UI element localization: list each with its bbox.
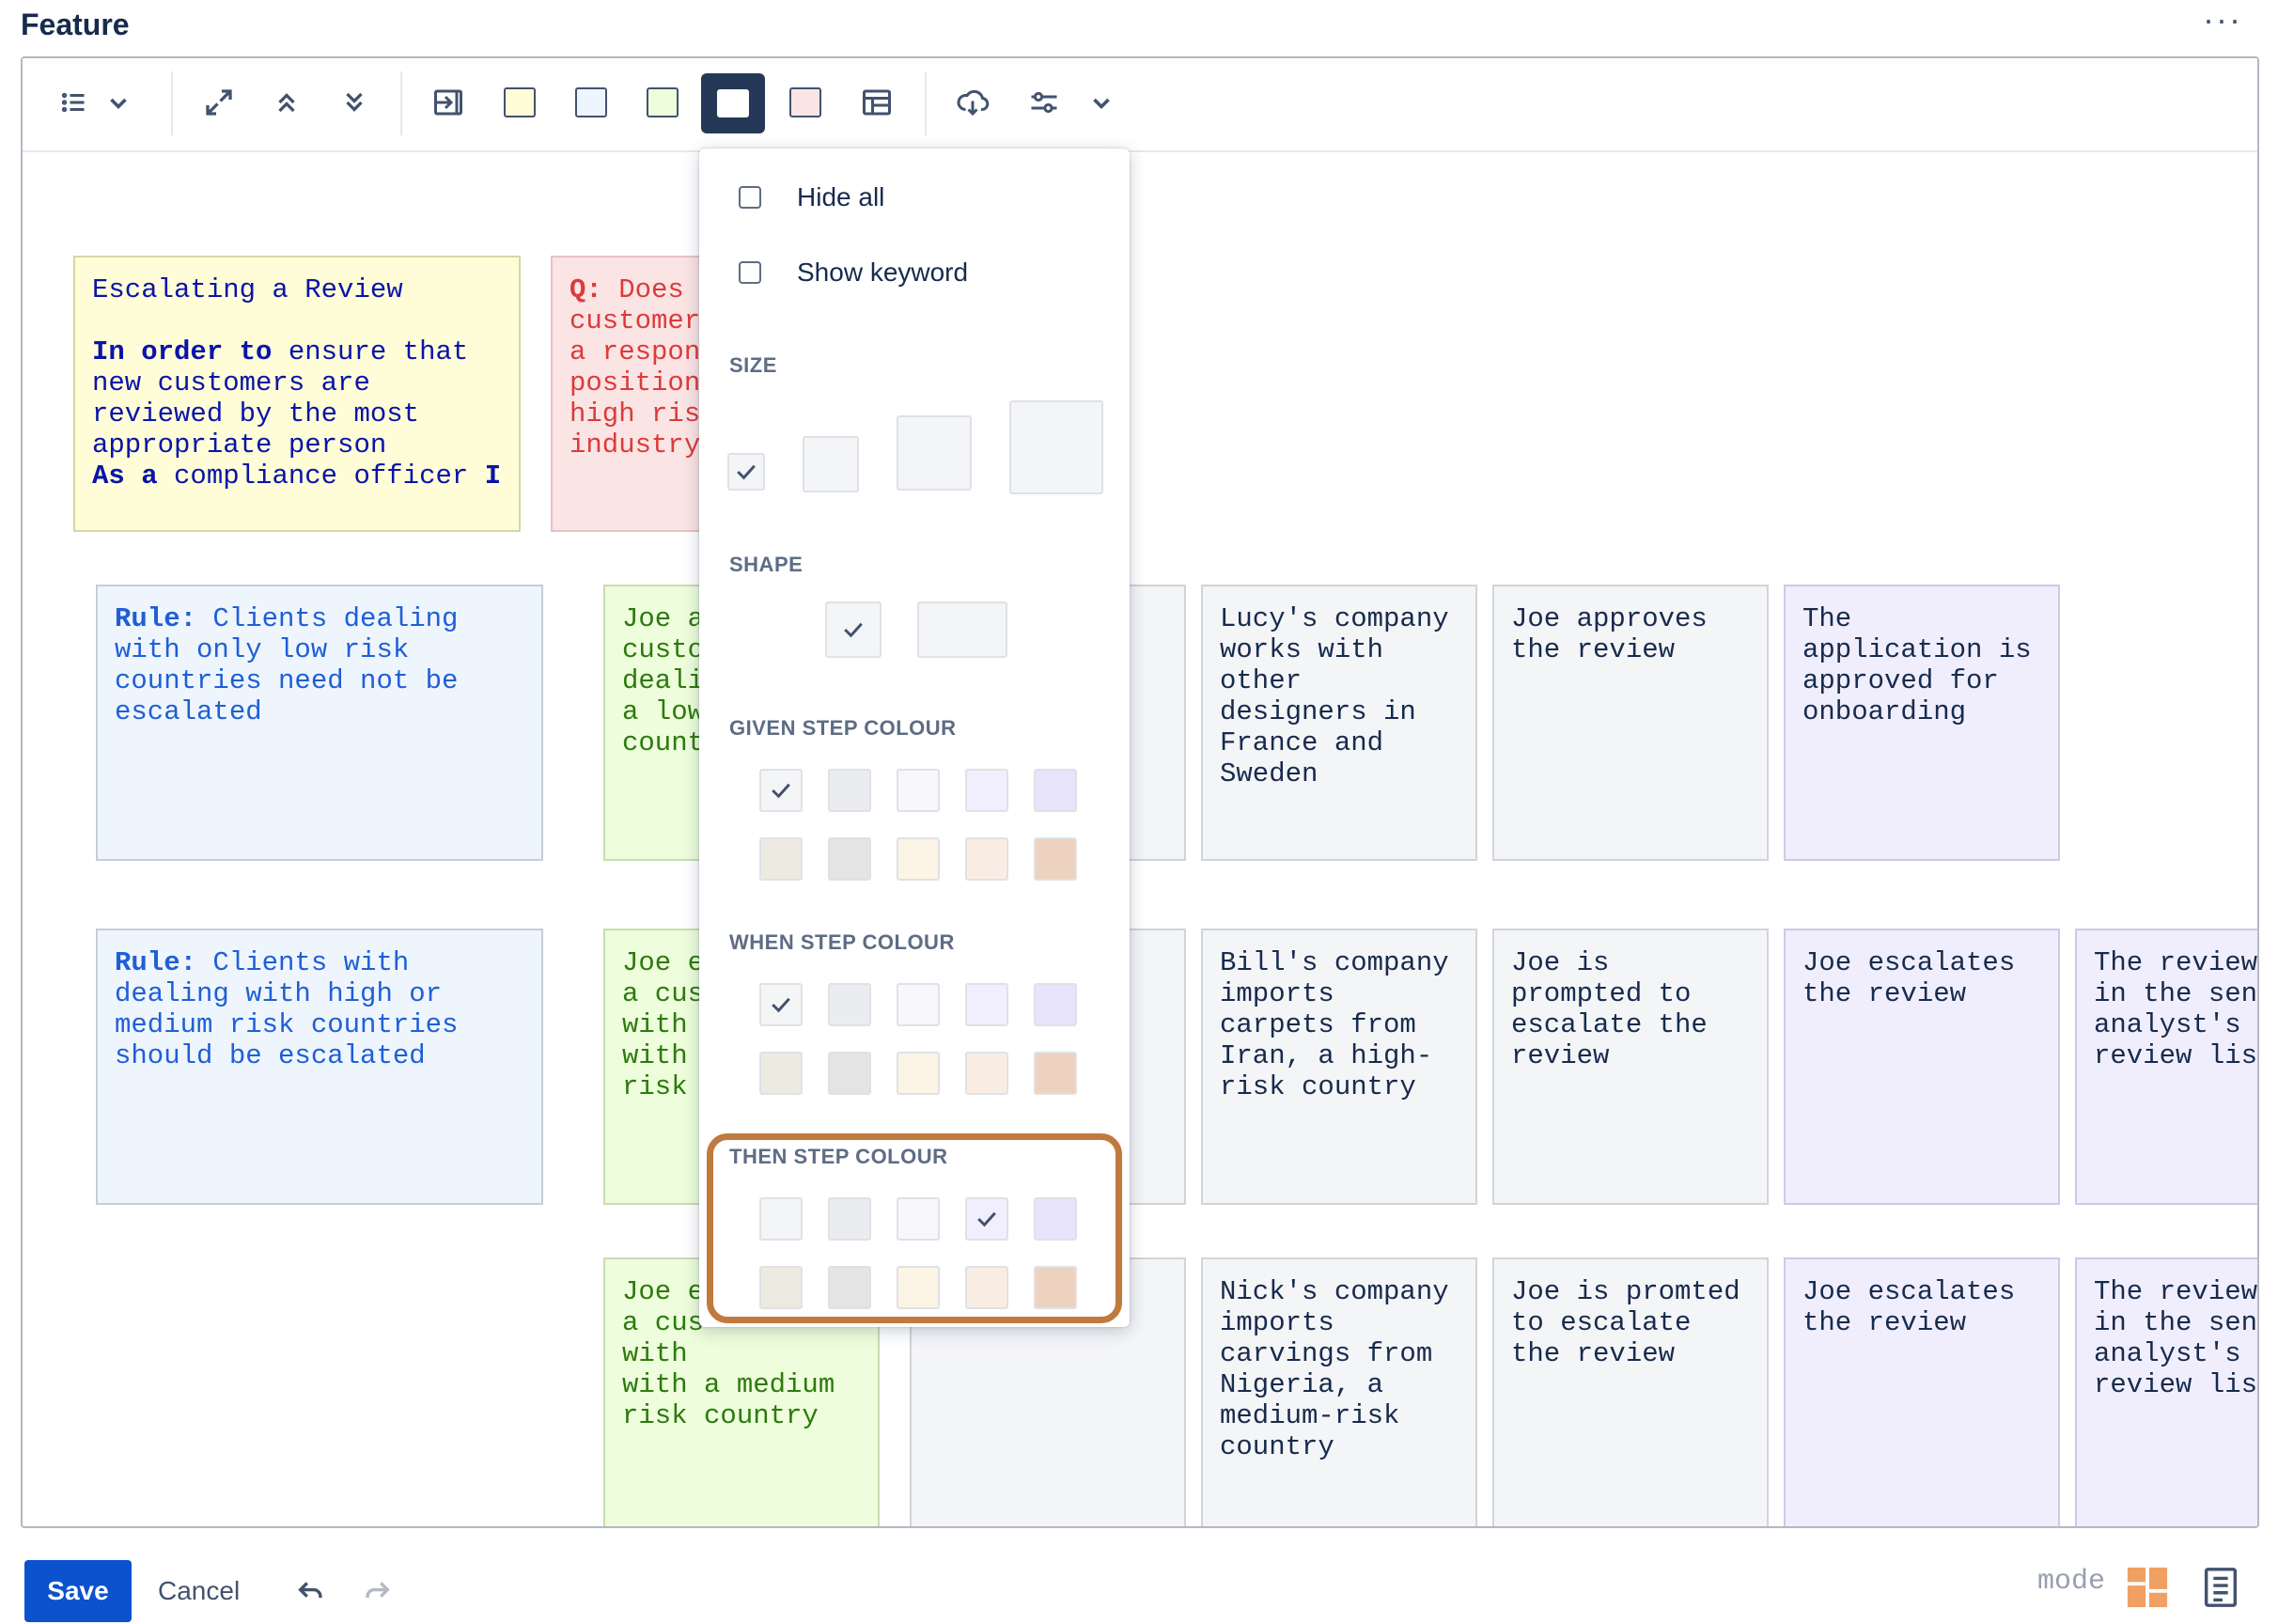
toolbar [23,58,2257,152]
given-step-card[interactable]: Bill's company imports carpets from Iran… [1201,929,1477,1205]
more-options-icon[interactable]: ··· [2203,0,2242,39]
given-colour-swatch[interactable] [897,837,940,881]
then-step-card[interactable]: Joe escalates the review [1784,1257,2060,1526]
then-colour-swatch[interactable] [828,1266,871,1309]
check-icon [772,783,790,799]
when-step-card[interactable]: Joe is prompted to escalate the review [1492,929,1769,1205]
shape-option-rectangle[interactable] [917,601,1007,658]
show-keyword-checkbox[interactable] [739,261,761,284]
then-step-card[interactable]: The review in the seni analyst's review … [2075,1257,2257,1526]
given-colour-swatch[interactable] [759,769,803,812]
given-colour-swatch[interactable] [1034,769,1077,812]
rule-card[interactable]: Rule: Clients dealing with only low risk… [96,585,543,861]
blue-swatch[interactable] [564,75,618,130]
yellow-swatch[interactable] [492,75,547,130]
then-colour-swatch[interactable] [897,1266,940,1309]
rule-card[interactable]: Rule: Clients with dealing with high or … [96,929,543,1205]
collapse-down-icon[interactable] [327,75,382,130]
save-button[interactable]: Save [24,1560,132,1622]
hide-all-option[interactable]: Hide all [739,182,884,212]
given-colour-swatch[interactable] [965,769,1008,812]
given-colour-swatch[interactable] [828,837,871,881]
when-colour-swatch[interactable] [965,1052,1008,1095]
cards-canvas: Escalating a Review In order to ensure t… [23,152,2257,1526]
then-colour-swatch[interactable] [965,1266,1008,1309]
check-icon [737,464,756,480]
green-swatch[interactable] [635,75,690,130]
then-colour-swatch[interactable] [759,1197,803,1241]
display-settings-dropdown: Hide all Show keyword SIZE SHAPE GIVEN S… [699,148,1130,1327]
feature-editor: Escalating a Review In order to ensure t… [21,56,2259,1528]
when-colour-swatch[interactable] [759,983,803,1026]
check-icon [844,622,863,638]
chevron-down-icon[interactable] [98,75,139,130]
when-colour-swatch[interactable] [897,1052,940,1095]
when-step-card[interactable]: Joe is promted to escalate the review [1492,1257,1769,1526]
given-colour-swatch[interactable] [759,837,803,881]
show-keyword-label: Show keyword [797,258,969,287]
given-colour-swatch[interactable] [828,769,871,812]
when-colour-section-label: WHEN STEP COLOUR [729,930,955,954]
when-colour-swatch[interactable] [965,983,1008,1026]
card-colour-active-button[interactable] [701,73,765,133]
then-step-card[interactable]: The review in the seni analyst's review … [2075,929,2257,1205]
then-colour-swatch[interactable] [759,1266,803,1309]
size-option-small-selected[interactable] [727,453,765,491]
undo-icon[interactable] [288,1568,335,1615]
given-colour-swatch[interactable] [965,837,1008,881]
then-colour-swatch[interactable] [897,1197,940,1241]
then-step-card[interactable]: Joe escalates the review [1784,929,2060,1205]
show-keyword-option[interactable]: Show keyword [739,258,968,288]
given-colour-swatch[interactable] [897,769,940,812]
when-colour-swatch[interactable] [828,983,871,1026]
shape-section-label: SHAPE [729,553,804,576]
check-icon [977,1211,996,1227]
given-colour-section-label: GIVEN STEP COLOUR [729,716,957,740]
arrow-into-box-icon[interactable] [421,75,476,130]
feature-card[interactable]: Escalating a Review In order to ensure t… [73,256,521,532]
when-colour-swatch[interactable] [828,1052,871,1095]
given-step-card[interactable]: Nick's company imports carvings from Nig… [1201,1257,1477,1526]
when-colour-swatch[interactable] [1034,983,1077,1026]
mode-label: mode [2037,1566,2106,1598]
given-step-card[interactable]: Lucy's company works with other designer… [1201,585,1477,861]
shape-option-square-selected[interactable] [825,601,882,658]
then-colour-section-label: THEN STEP COLOUR [729,1145,948,1168]
when-step-card[interactable]: Joe approves the review [1492,585,1769,861]
sliders-icon[interactable] [1017,75,1071,130]
then-colour-swatch[interactable] [965,1197,1008,1241]
grid-mode-icon[interactable] [2126,1566,2169,1609]
size-option-xlarge[interactable] [1009,400,1103,494]
when-colour-swatch[interactable] [759,1052,803,1095]
page-title: Feature [21,8,130,41]
then-step-card[interactable]: The application is approved for onboardi… [1784,585,2060,861]
then-colour-swatch[interactable] [1034,1266,1077,1309]
collapse-up-icon[interactable] [259,75,314,130]
list-icon[interactable] [47,75,101,130]
pink-swatch[interactable] [778,75,833,130]
when-colour-swatch[interactable] [897,983,940,1026]
size-option-large[interactable] [897,415,972,491]
check-icon [772,997,790,1013]
given-colour-swatch[interactable] [1034,837,1077,881]
expand-icon[interactable] [192,75,246,130]
chevron-down-icon[interactable] [1081,75,1122,130]
then-colour-swatch[interactable] [828,1197,871,1241]
size-option-medium[interactable] [803,436,859,492]
cloud-download-icon[interactable] [945,75,1000,130]
hide-all-checkbox[interactable] [739,186,761,209]
size-section-label: SIZE [729,353,777,377]
document-mode-icon[interactable] [2199,1566,2242,1609]
table-icon[interactable] [850,75,904,130]
then-colour-swatch[interactable] [1034,1197,1077,1241]
hide-all-label: Hide all [797,182,885,211]
when-colour-swatch[interactable] [1034,1052,1077,1095]
redo-icon[interactable] [353,1568,400,1615]
cancel-button[interactable]: Cancel [158,1560,240,1622]
